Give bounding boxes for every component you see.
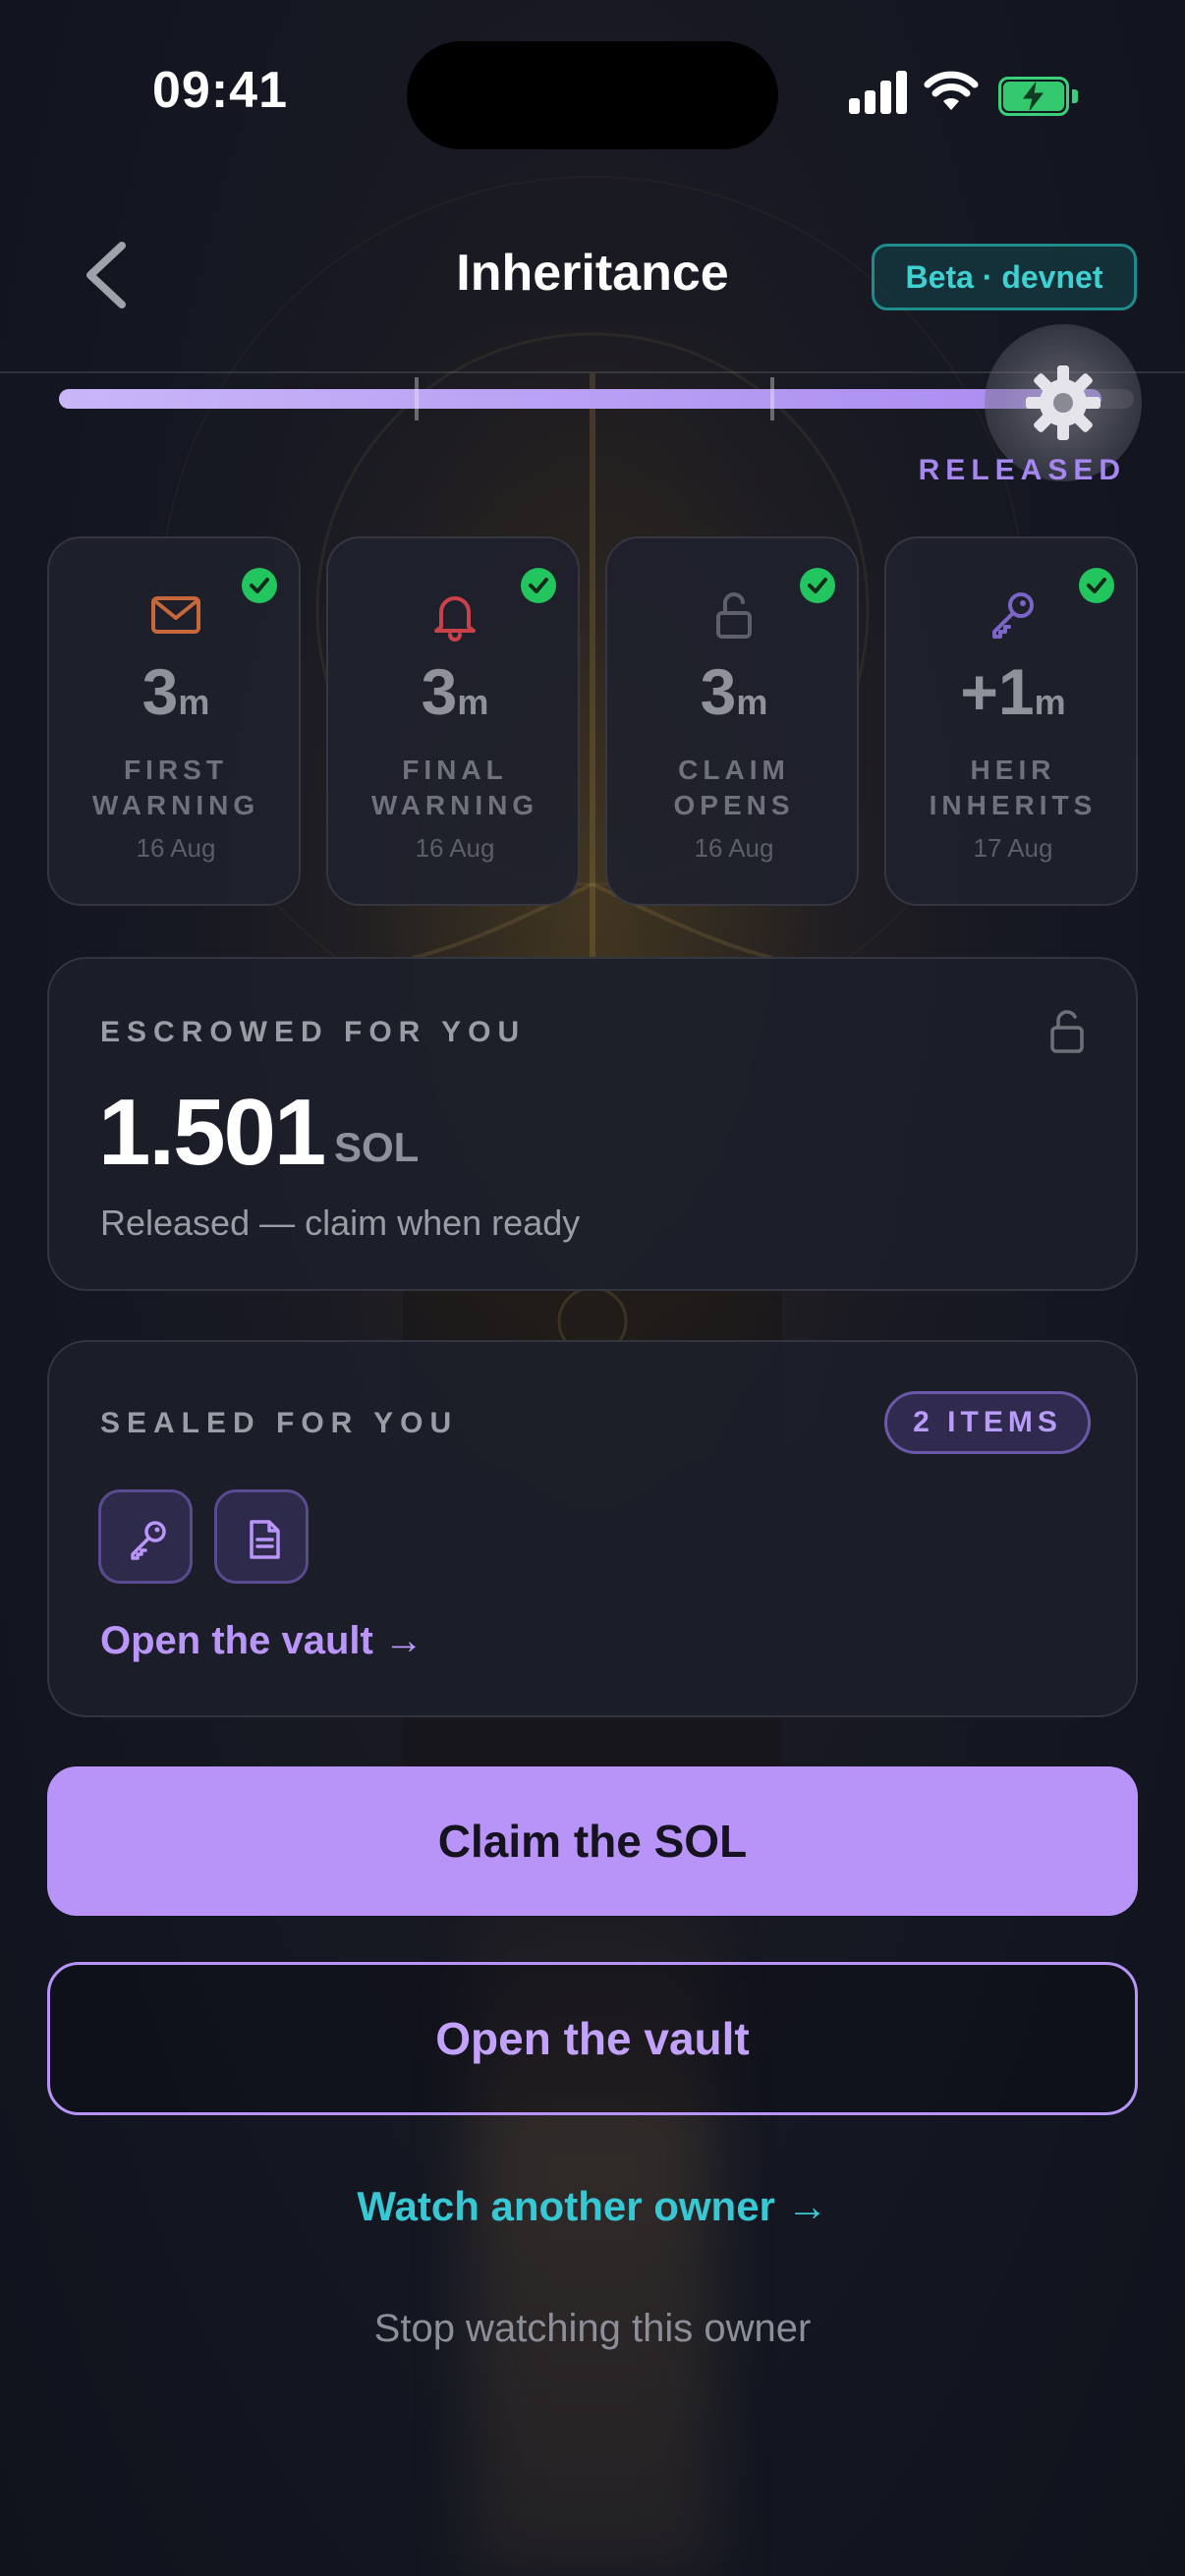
timeline-date: 16 Aug [694,833,774,863]
bell-icon [434,596,476,642]
watch-another-owner-link[interactable]: Watch another owner → [0,2183,1185,2230]
timeline-label: CLAIM OPENS [673,755,795,820]
key-icon [992,592,1034,639]
timeline-card-claim-opens: 3m CLAIM OPENS 16 Aug [605,536,859,906]
escrow-status: Released — claim when ready [100,1203,581,1243]
timeline-cards: 3m FIRST WARNING 16 Aug 3m FINAL WARNING 1… [47,536,1138,908]
timeline-card-heir-inherits: +1m HEIR INHERITS 17 Aug [884,536,1138,906]
network-badge: Beta · devnet [872,244,1137,310]
timeline-date: 16 Aug [136,833,216,863]
sealed-label: SEALED FOR YOU [100,1407,459,1439]
timeline-label: FIRST WARNING [91,755,260,820]
timeline-date: 17 Aug [973,833,1053,863]
timeline-value: 3m [421,655,489,728]
check-icon [521,568,556,603]
stop-watching-link[interactable]: Stop watching this owner [0,2307,1185,2351]
sealed-count-badge: 2 ITEMS [884,1391,1091,1454]
status-time: 09:41 [152,62,288,119]
key-icon [131,1521,166,1560]
timeline-value: 3m [141,655,210,728]
progress-fill [59,389,1102,409]
sealed-item-key[interactable] [98,1489,193,1584]
escrow-label: ESCROWED FOR YOU [100,1016,527,1048]
claim-sol-button[interactable]: Claim the SOL [47,1766,1138,1916]
cellular-signal-icon [849,69,908,114]
mail-icon [151,596,200,634]
unlock-icon [716,592,752,639]
progress-state-label: RELEASED [918,454,1126,486]
check-icon [800,568,835,603]
gear-icon [1026,365,1100,440]
timeline-value: +1m [960,655,1066,728]
timeline-value: 3m [700,655,768,728]
escrow-unit: SOL [334,1124,420,1170]
timeline-card-final-warning: 3m FINAL WARNING 16 Aug [326,536,580,906]
dynamic-island [407,41,778,149]
escrow-panel: ESCROWED FOR YOU 1.501 SOL Released — cl… [47,957,1138,1291]
sealed-panel: SEALED FOR YOU 2 ITEMS Open the vault → [47,1340,1138,1717]
open-vault-link[interactable]: Open the vault → [100,1619,423,1663]
document-icon [250,1520,280,1559]
battery-icon [998,77,1079,116]
wifi-icon [924,71,979,110]
escrow-amount: 1.501 [98,1080,326,1185]
progress-tick [415,377,419,420]
timeline-date: 16 Aug [415,833,495,863]
timeline-label: HEIR INHERITS [929,755,1098,820]
progress-tick [770,377,774,420]
timeline-card-first-warning: 3m FIRST WARNING 16 Aug [47,536,301,906]
check-icon [1079,568,1114,603]
check-icon [242,568,277,603]
unlock-icon [1050,1010,1084,1053]
progress-track [59,377,1134,420]
sealed-item-document[interactable] [214,1489,309,1584]
open-vault-button[interactable]: Open the vault [47,1962,1138,2115]
timeline-label: FINAL WARNING [370,755,539,820]
